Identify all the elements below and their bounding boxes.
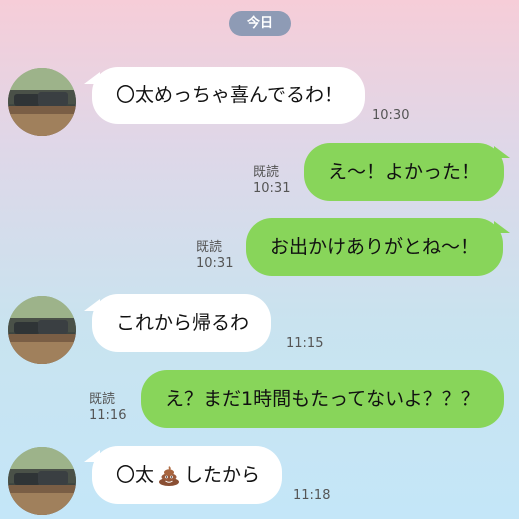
message-bubble[interactable]: え？まだ1時間もたってないよ？？？	[141, 370, 504, 428]
message-bubble[interactable]: お出かけありがとね〜！	[246, 218, 504, 276]
message-time: 11:16	[89, 408, 127, 423]
read-label: 既読	[89, 392, 116, 407]
message-text: これから帰るわ	[116, 311, 250, 334]
message-bubble[interactable]: これから帰るわ	[92, 294, 272, 352]
message-bubble[interactable]: 〇太めっちゃ喜んでるわ！	[92, 67, 366, 124]
message-text: お出かけありがとね〜！	[270, 235, 480, 258]
message-text: え？まだ1時間もたってないよ？？？	[165, 387, 480, 410]
avatar-photo-icon	[8, 68, 76, 136]
message-text: 〇太	[116, 463, 155, 486]
read-receipt: 既読 10:31	[253, 165, 290, 197]
read-label: 既読	[196, 240, 223, 255]
avatar[interactable]	[8, 447, 76, 515]
message-bubble[interactable]: 〇太 したから	[92, 446, 283, 504]
bubble-tail	[484, 373, 500, 385]
message-text: え〜！よかった！	[328, 160, 481, 183]
avatar-photo-icon	[8, 447, 76, 515]
message-time: 11:18	[293, 488, 331, 503]
avatar[interactable]	[8, 296, 76, 364]
message-time: 10:31	[253, 181, 291, 196]
poop-emoji-icon	[159, 466, 180, 486]
message-text: したから	[184, 463, 261, 486]
message-time: 11:15	[286, 336, 324, 351]
read-receipt: 既読 10:31	[196, 240, 233, 272]
date-divider: 今日	[229, 11, 291, 36]
bubble-tail	[494, 221, 510, 233]
message-time: 10:30	[372, 108, 410, 123]
avatar[interactable]	[8, 68, 76, 136]
message-time: 10:31	[196, 256, 234, 271]
bubble-tail	[494, 146, 510, 158]
read-label: 既読	[253, 165, 280, 180]
message-bubble[interactable]: え〜！よかった！	[304, 143, 505, 201]
read-receipt: 既読 11:16	[89, 392, 126, 424]
message-text: 〇太めっちゃ喜んでるわ！	[116, 84, 344, 106]
avatar-photo-icon	[8, 296, 76, 364]
